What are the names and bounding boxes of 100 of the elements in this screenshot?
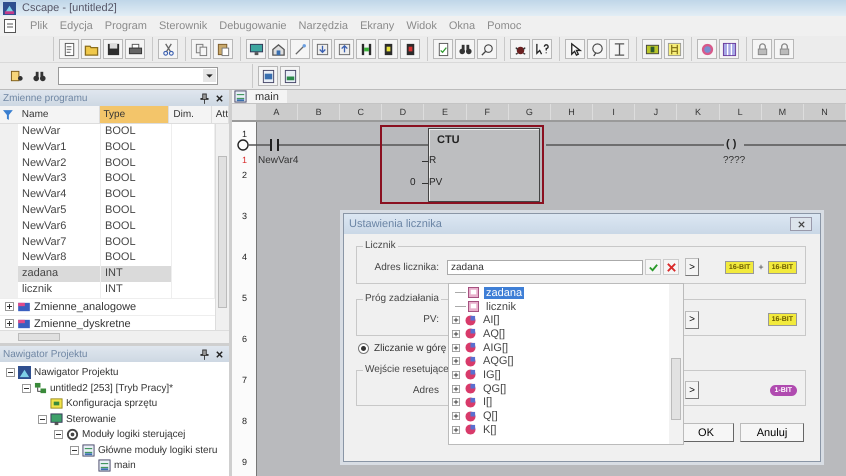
contact-label: NewVar4 [258, 155, 298, 166]
column-header[interactable]: Att [212, 106, 229, 123]
filter-icon[interactable] [2, 108, 14, 120]
toolbar-button[interactable] [246, 39, 266, 59]
list-item[interactable]: AQG[] [481, 355, 516, 368]
dialog-button[interactable]: Anuluj [740, 423, 804, 442]
toolbar-button[interactable] [642, 39, 662, 59]
list-item[interactable]: Q[] [481, 410, 500, 422]
dropdown-list[interactable]: zadana licznik AI[] AQ[] AIG[] AQG[] IG[] QG[] I[] Q[] K[] [448, 283, 684, 445]
expand-icon[interactable] [452, 330, 460, 338]
list-item[interactable]: AI[] [481, 314, 502, 326]
tree-item[interactable]: main [114, 460, 136, 472]
printer-icon [128, 42, 142, 56]
controller-icon [34, 382, 47, 395]
list-item[interactable]: QG[] [481, 382, 508, 395]
close-icon[interactable] [215, 350, 224, 358]
toolbar-button[interactable] [268, 39, 288, 59]
column-header[interactable]: Dim. [169, 106, 212, 123]
tree-item[interactable]: Zmienne_dyskretne [34, 318, 131, 330]
input-value: 0 [410, 177, 416, 189]
vertical-scrollbar[interactable] [669, 284, 683, 444]
list-item[interactable]: I[] [481, 396, 494, 408]
toolbar-button[interactable] [477, 39, 497, 59]
expand-icon[interactable] [452, 357, 460, 366]
expand-icon[interactable] [452, 412, 460, 420]
pin-icon[interactable] [200, 348, 209, 360]
tree-item[interactable]: Główne moduły logiki steru [98, 444, 218, 456]
toolbar-button[interactable] [213, 39, 233, 59]
toolbar-button[interactable] [356, 39, 376, 59]
column-label: B [298, 104, 340, 120]
panel-title: Zmienne programu [3, 92, 88, 104]
contact-symbol[interactable] [270, 139, 279, 151]
collapse-icon[interactable] [6, 368, 15, 378]
copy-icon [194, 42, 208, 56]
input-field[interactable]: zadana [447, 260, 643, 274]
tree-item[interactable]: Zmienne_analogowe [34, 300, 136, 313]
toolbar-button[interactable] [59, 39, 79, 59]
collapse-icon[interactable] [54, 430, 63, 440]
list-item[interactable]: IG[] [481, 368, 503, 381]
coil-symbol[interactable]: ( ) [726, 138, 736, 150]
list-item[interactable]: zadana [484, 286, 524, 299]
toolbar-button[interactable] [125, 39, 145, 59]
expand-icon[interactable] [5, 319, 14, 328]
browse-button[interactable]: > [685, 310, 699, 328]
close-icon[interactable] [215, 94, 224, 102]
expand-icon[interactable] [452, 398, 460, 406]
editor-tab[interactable]: main [232, 90, 287, 103]
toolbar-button[interactable] [719, 39, 739, 59]
pin-icon[interactable] [200, 92, 209, 104]
accept-button[interactable] [645, 259, 661, 275]
column-label: D [382, 104, 424, 120]
toolbar-button[interactable] [103, 39, 123, 59]
expand-icon[interactable] [452, 316, 460, 324]
tree-item[interactable]: Sterowanie [66, 414, 116, 425]
expand-icon[interactable] [452, 426, 460, 434]
tree-item[interactable]: Konfiguracja sprzętu [66, 398, 158, 410]
table-cell: BOOL [101, 218, 172, 235]
toolbar-button[interactable] [433, 39, 453, 59]
collapse-icon[interactable] [70, 446, 79, 455]
toolbar-button[interactable] [565, 39, 585, 59]
close-button[interactable] [790, 217, 812, 231]
expand-icon[interactable] [452, 370, 460, 379]
toolbar-button[interactable] [532, 39, 552, 59]
clipboard-icon [216, 42, 230, 56]
ladder-page-icon [98, 459, 111, 472]
radio-button[interactable] [358, 342, 369, 354]
collapse-icon[interactable] [38, 414, 47, 424]
toolbar-button[interactable] [378, 39, 398, 59]
cancel-button[interactable] [663, 259, 679, 275]
cross-icon [666, 262, 676, 272]
collapse-icon[interactable] [22, 384, 31, 393]
scissors-icon [160, 42, 176, 56]
search-combo-box[interactable] [58, 67, 218, 85]
toolbar-button[interactable] [258, 66, 278, 86]
table-cell: NewVar2 [18, 156, 101, 172]
table-cell: BOOL [101, 171, 172, 188]
register-icon [465, 328, 476, 340]
browse-button[interactable]: > [685, 381, 699, 399]
horizontal-scrollbar[interactable] [0, 330, 229, 343]
tree-item[interactable]: Moduły logiki sterującej [82, 429, 186, 440]
monitor-icon [248, 42, 264, 56]
toolbar-button[interactable] [587, 39, 607, 59]
tree-item[interactable]: Nawigator Projektu [34, 367, 118, 378]
toolbar-button[interactable] [510, 39, 530, 59]
tree-item[interactable]: untitled2 [253] [Tryb Pracy]* [50, 382, 174, 394]
expand-icon[interactable] [452, 384, 460, 393]
list-item[interactable]: K[] [481, 424, 498, 436]
expand-icon[interactable] [452, 344, 460, 352]
browse-button[interactable]: > [685, 258, 699, 276]
list-item[interactable]: AIG[] [481, 342, 510, 354]
toolbar-button[interactable] [280, 66, 300, 86]
wire [248, 144, 270, 146]
list-item[interactable]: licznik [484, 300, 518, 313]
column-header[interactable]: Type [100, 106, 170, 123]
expand-icon[interactable] [5, 302, 14, 312]
toolbar-button[interactable] [609, 39, 629, 59]
toolbar-button[interactable] [400, 39, 420, 59]
list-item[interactable]: AQ[] [481, 328, 508, 340]
vertical-scrollbar[interactable] [215, 124, 229, 330]
toolbar-button[interactable] [455, 39, 475, 59]
